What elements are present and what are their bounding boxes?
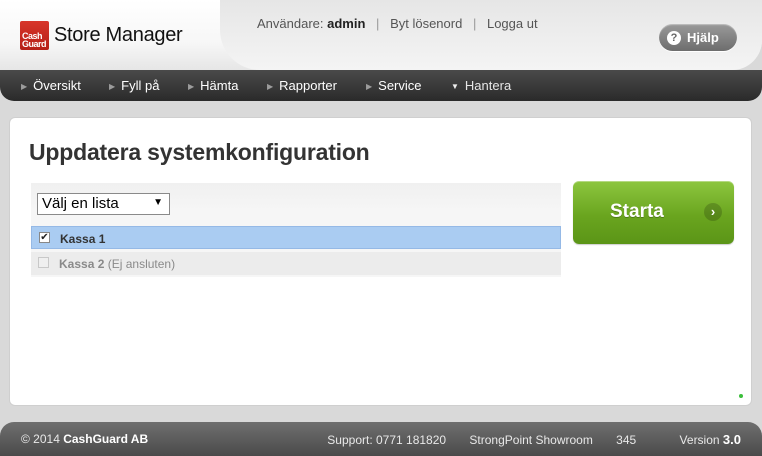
start-button[interactable]: Starta ›	[573, 181, 734, 244]
list-item[interactable]: ✔ Kassa 1	[31, 226, 561, 249]
checkbox-checked[interactable]: ✔	[39, 232, 50, 243]
footer-info: Support: 0771 181820 StrongPoint Showroo…	[307, 432, 741, 447]
copyright: © 2014 CashGuard AB	[21, 432, 148, 446]
store-number: 345	[616, 433, 637, 447]
nav-item-hamta[interactable]: ▶ Hämta	[188, 70, 238, 101]
nav-item-fyll-pa[interactable]: ▶ Fyll på	[109, 70, 159, 101]
triangle-right-icon: ▶	[366, 82, 373, 91]
chevron-down-icon: ▼	[153, 197, 163, 208]
checkbox-disabled	[38, 257, 49, 268]
user-name: admin	[327, 16, 366, 31]
list-item-label: Kassa 1	[60, 232, 105, 246]
triangle-right-icon: ▶	[188, 82, 195, 91]
triangle-down-icon: ▼	[451, 82, 459, 91]
nav-item-service[interactable]: ▶ Service	[366, 70, 422, 101]
version-number: 3.0	[722, 432, 741, 447]
nav-label: Hämta	[200, 78, 239, 93]
register-status-note: (Ej ansluten)	[107, 257, 176, 271]
nav-label: Service	[378, 78, 422, 93]
list-item-label: Kassa 2 (Ej ansluten)	[59, 257, 175, 271]
question-icon: ?	[667, 30, 681, 45]
user-bar: Användare: admin | Byt lösenord | Logga …	[257, 16, 538, 31]
help-button[interactable]: ? Hjälp	[659, 24, 737, 51]
nav-item-hantera[interactable]: ▼ Hantera	[451, 70, 511, 101]
company-name: CashGuard AB	[63, 432, 149, 446]
triangle-right-icon: ▶	[267, 82, 274, 91]
version-info: Version 3.0	[660, 432, 741, 447]
triangle-right-icon: ▶	[109, 82, 116, 91]
app-footer: © 2014 CashGuard AB Support: 0771 181820…	[0, 422, 762, 456]
nav-label: Översikt	[33, 78, 81, 93]
help-label: Hjälp	[687, 30, 719, 45]
nav-label: Rapporter	[279, 78, 337, 93]
logout-link[interactable]: Logga ut	[487, 16, 538, 31]
main-nav: ▶ Översikt ▶ Fyll på ▶ Hämta ▶ Rapporter ▶ Se…	[0, 70, 762, 101]
separator: |	[376, 16, 380, 31]
logo-text-line2: Guard	[22, 39, 47, 49]
nav-label: Hantera	[464, 78, 512, 93]
app-title: Store Manager	[54, 24, 183, 46]
register-list: Välj en lista ▼ ✔ Kassa 1 Kassa 2 (Ej an…	[31, 183, 561, 277]
support-phone: Support: 0771 181820	[327, 433, 447, 447]
copyright-year: © 2014	[21, 432, 60, 446]
list-item: Kassa 2 (Ej ansluten)	[31, 252, 561, 275]
nav-label: Fyll på	[121, 78, 160, 93]
app-header: Cash Guard Store Manager Användare: admi…	[0, 0, 762, 102]
register-name: Kassa 2	[59, 257, 105, 271]
cashguard-logo: Cash Guard	[20, 21, 49, 50]
list-select-value: Välj en lista	[42, 195, 119, 212]
chevron-right-icon: ›	[704, 203, 722, 221]
start-button-label: Starta	[610, 201, 664, 222]
store-name: StrongPoint Showroom	[469, 433, 593, 447]
nav-item-rapporter[interactable]: ▶ Rapporter	[267, 70, 337, 101]
nav-item-oversikt[interactable]: ▶ Översikt	[21, 70, 81, 101]
register-name: Kassa 1	[60, 232, 106, 246]
list-select[interactable]: Välj en lista ▼	[37, 193, 170, 215]
separator: |	[472, 16, 477, 31]
user-label: Användare:	[257, 16, 324, 31]
triangle-right-icon: ▶	[21, 82, 28, 91]
change-password-link[interactable]: Byt lösenord	[390, 16, 462, 31]
content-panel: Uppdatera systemkonfiguration Välj en li…	[9, 117, 752, 406]
status-indicator	[739, 394, 743, 398]
version-label: Version	[679, 433, 720, 447]
page-title: Uppdatera systemkonfiguration	[29, 139, 370, 165]
